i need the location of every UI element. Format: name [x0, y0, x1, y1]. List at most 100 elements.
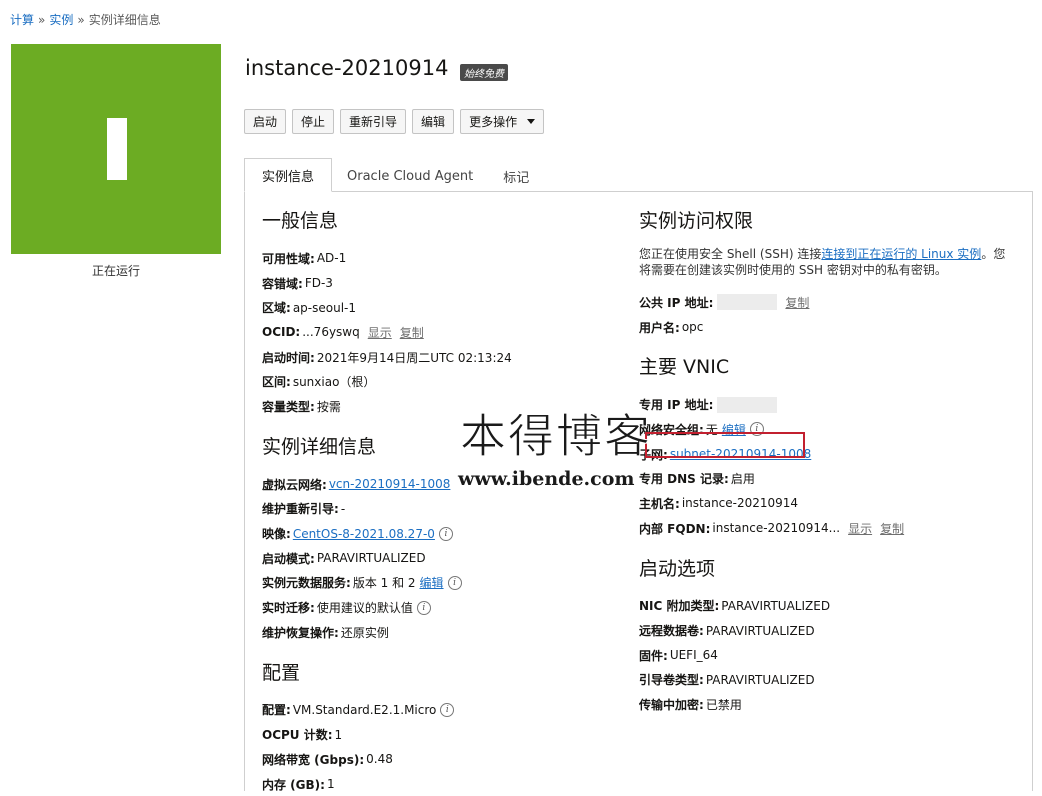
field-value: 2021年9月14日周二UTC 02:13:24 [316, 350, 512, 365]
tab-tags[interactable]: 标记 [488, 160, 544, 192]
field-value: ap-seoul-1 [292, 300, 356, 315]
field-in-transit-encryption: 传输中加密: 已禁用 [639, 692, 1019, 717]
section-title-config: 配置 [262, 661, 301, 684]
info-icon[interactable]: i [440, 702, 455, 717]
field-label: OCID: [262, 325, 301, 340]
field-value: PARAVIRTUALIZED [705, 623, 815, 638]
field-memory: 内存 (GB): 1 [262, 772, 602, 796]
breadcrumb-separator: » [38, 13, 46, 27]
field-firmware: 固件: UEFI_64 [639, 643, 1019, 668]
field-label: 维护重新引导: [262, 502, 339, 517]
breadcrumb-instances[interactable]: 实例 [49, 13, 73, 27]
field-username: 用户名: opc [639, 315, 1019, 340]
field-label: 配置: [262, 703, 291, 718]
breadcrumb-current: 实例详细信息 [88, 13, 161, 27]
field-value: 0.48 [366, 752, 393, 767]
start-button[interactable]: 启动 [244, 109, 287, 134]
field-label: 维护恢复操作: [262, 625, 339, 640]
field-label: 内部 FQDN: [639, 521, 711, 536]
field-value: 1 [326, 777, 335, 792]
ssh-description: 您正在使用安全 Shell (SSH) 连接连接到正在运行的 Linux 实例。… [639, 246, 1017, 278]
field-value: PARAVIRTUALIZED [721, 598, 831, 613]
stop-button[interactable]: 停止 [292, 109, 335, 134]
section-title-general: 一般信息 [262, 210, 339, 232]
field-value: 按需 [316, 399, 341, 414]
field-label: 专用 IP 地址: [639, 398, 714, 413]
field-shape: 配置: VM.Standard.E2.1.Micro i [262, 698, 602, 723]
field-ocid: OCID: ...76yswq 显示 复制 [262, 320, 602, 345]
info-icon[interactable]: i [447, 575, 462, 590]
more-actions-button[interactable]: 更多操作 [460, 109, 545, 134]
field-region: 区域: ap-seoul-1 [262, 295, 602, 320]
field-value: PARAVIRTUALIZED [705, 672, 815, 687]
field-label: 容错域: [262, 276, 303, 291]
field-label: 远程数据卷: [639, 624, 704, 639]
field-compartment: 区间: sunxiao（根） [262, 369, 602, 394]
field-label: 实例元数据服务: [262, 576, 351, 591]
image-link[interactable]: CentOS-8-2021.08.27-0 [293, 527, 435, 541]
field-nic-attachment: NIC 附加类型: PARAVIRTUALIZED [639, 594, 1019, 619]
tab-instance-info[interactable]: 实例信息 [244, 158, 333, 192]
field-boot-volume-type: 引导卷类型: PARAVIRTUALIZED [639, 668, 1019, 693]
section-title-boot: 启动选项 [639, 557, 716, 580]
ssh-connect-link[interactable]: 连接到正在运行的 Linux 实例 [821, 247, 981, 261]
fqdn-copy-link[interactable]: 复制 [880, 520, 904, 537]
info-icon[interactable]: i [438, 526, 453, 541]
metadata-edit-link[interactable]: 编辑 [420, 574, 444, 591]
field-value: 版本 1 和 2 [352, 576, 416, 591]
field-value: opc [681, 320, 704, 335]
field-value: UEFI_64 [669, 648, 718, 663]
field-value: instance-20210914... [712, 521, 841, 536]
field-label: 实时迁移: [262, 601, 315, 616]
field-image: 映像: CentOS-8-2021.08.27-0 i [262, 521, 602, 546]
field-value: 已禁用 [705, 698, 742, 713]
field-label: 公共 IP 地址: [639, 295, 714, 310]
section-title-details: 实例详细信息 [262, 435, 377, 458]
public-ip-copy-link[interactable]: 复制 [785, 294, 809, 311]
field-bandwidth: 网络带宽 (Gbps): 0.48 [262, 747, 602, 772]
field-label: 区间: [262, 375, 291, 390]
field-maintenance-reboot: 维护重新引导: - [262, 497, 602, 522]
section-title-access: 实例访问权限 [639, 210, 754, 232]
field-label: 可用性域: [262, 251, 315, 266]
field-hostname: 主机名: instance-20210914 [639, 491, 1019, 516]
right-column: 实例访问权限 您正在使用安全 Shell (SSH) 连接连接到正在运行的 Li… [639, 208, 1019, 717]
field-private-ip: 专用 IP 地址: [639, 392, 1019, 417]
field-label: 内存 (GB): [262, 777, 325, 792]
section-title-vnic: 主要 VNIC [639, 356, 730, 379]
info-icon[interactable]: i [416, 600, 431, 615]
more-actions-label: 更多操作 [469, 115, 518, 129]
ocid-show-link[interactable]: 显示 [368, 324, 392, 341]
ocid-copy-link[interactable]: 复制 [400, 324, 424, 341]
field-value: FD-3 [304, 276, 333, 291]
breadcrumb: 计算» 实例» 实例详细信息 [10, 11, 161, 28]
always-free-badge: 始终免费 [460, 64, 508, 81]
subnet-highlight-box [645, 432, 805, 458]
field-value: - [340, 501, 346, 516]
field-label: 引导卷类型: [639, 673, 704, 688]
reboot-button[interactable]: 重新引导 [340, 109, 407, 134]
field-live-migration: 实时迁移: 使用建议的默认值 i [262, 595, 602, 620]
field-label: 用户名: [639, 320, 680, 335]
fqdn-show-link[interactable]: 显示 [848, 520, 872, 537]
field-internal-fqdn: 内部 FQDN: instance-20210914... 显示 复制 [639, 516, 1019, 541]
vcn-link[interactable]: vcn-20210914-1008 [329, 477, 451, 491]
field-dns-record: 专用 DNS 记录: 启用 [639, 466, 1019, 491]
field-label: 传输中加密: [639, 698, 704, 713]
field-vcn: 虚拟云网络: vcn-20210914-1008 [262, 472, 602, 497]
field-label: 专用 DNS 记录: [639, 472, 729, 487]
edit-button[interactable]: 编辑 [412, 109, 455, 134]
field-label: OCPU 计数: [262, 728, 333, 743]
breadcrumb-compute[interactable]: 计算 [10, 13, 34, 27]
field-fault-domain: 容错域: FD-3 [262, 271, 602, 296]
field-value: 启用 [730, 472, 755, 487]
field-value: 1 [334, 727, 343, 742]
redacted-value [717, 396, 778, 413]
field-recovery-action: 维护恢复操作: 还原实例 [262, 620, 602, 645]
field-value: 使用建议的默认值 [316, 601, 413, 616]
field-remote-volume: 远程数据卷: PARAVIRTUALIZED [639, 618, 1019, 643]
tab-oracle-cloud-agent[interactable]: Oracle Cloud Agent [332, 160, 488, 192]
field-value: ...76yswq [302, 325, 360, 340]
status-text: 正在运行 [91, 264, 140, 278]
field-value: AD-1 [316, 251, 347, 266]
